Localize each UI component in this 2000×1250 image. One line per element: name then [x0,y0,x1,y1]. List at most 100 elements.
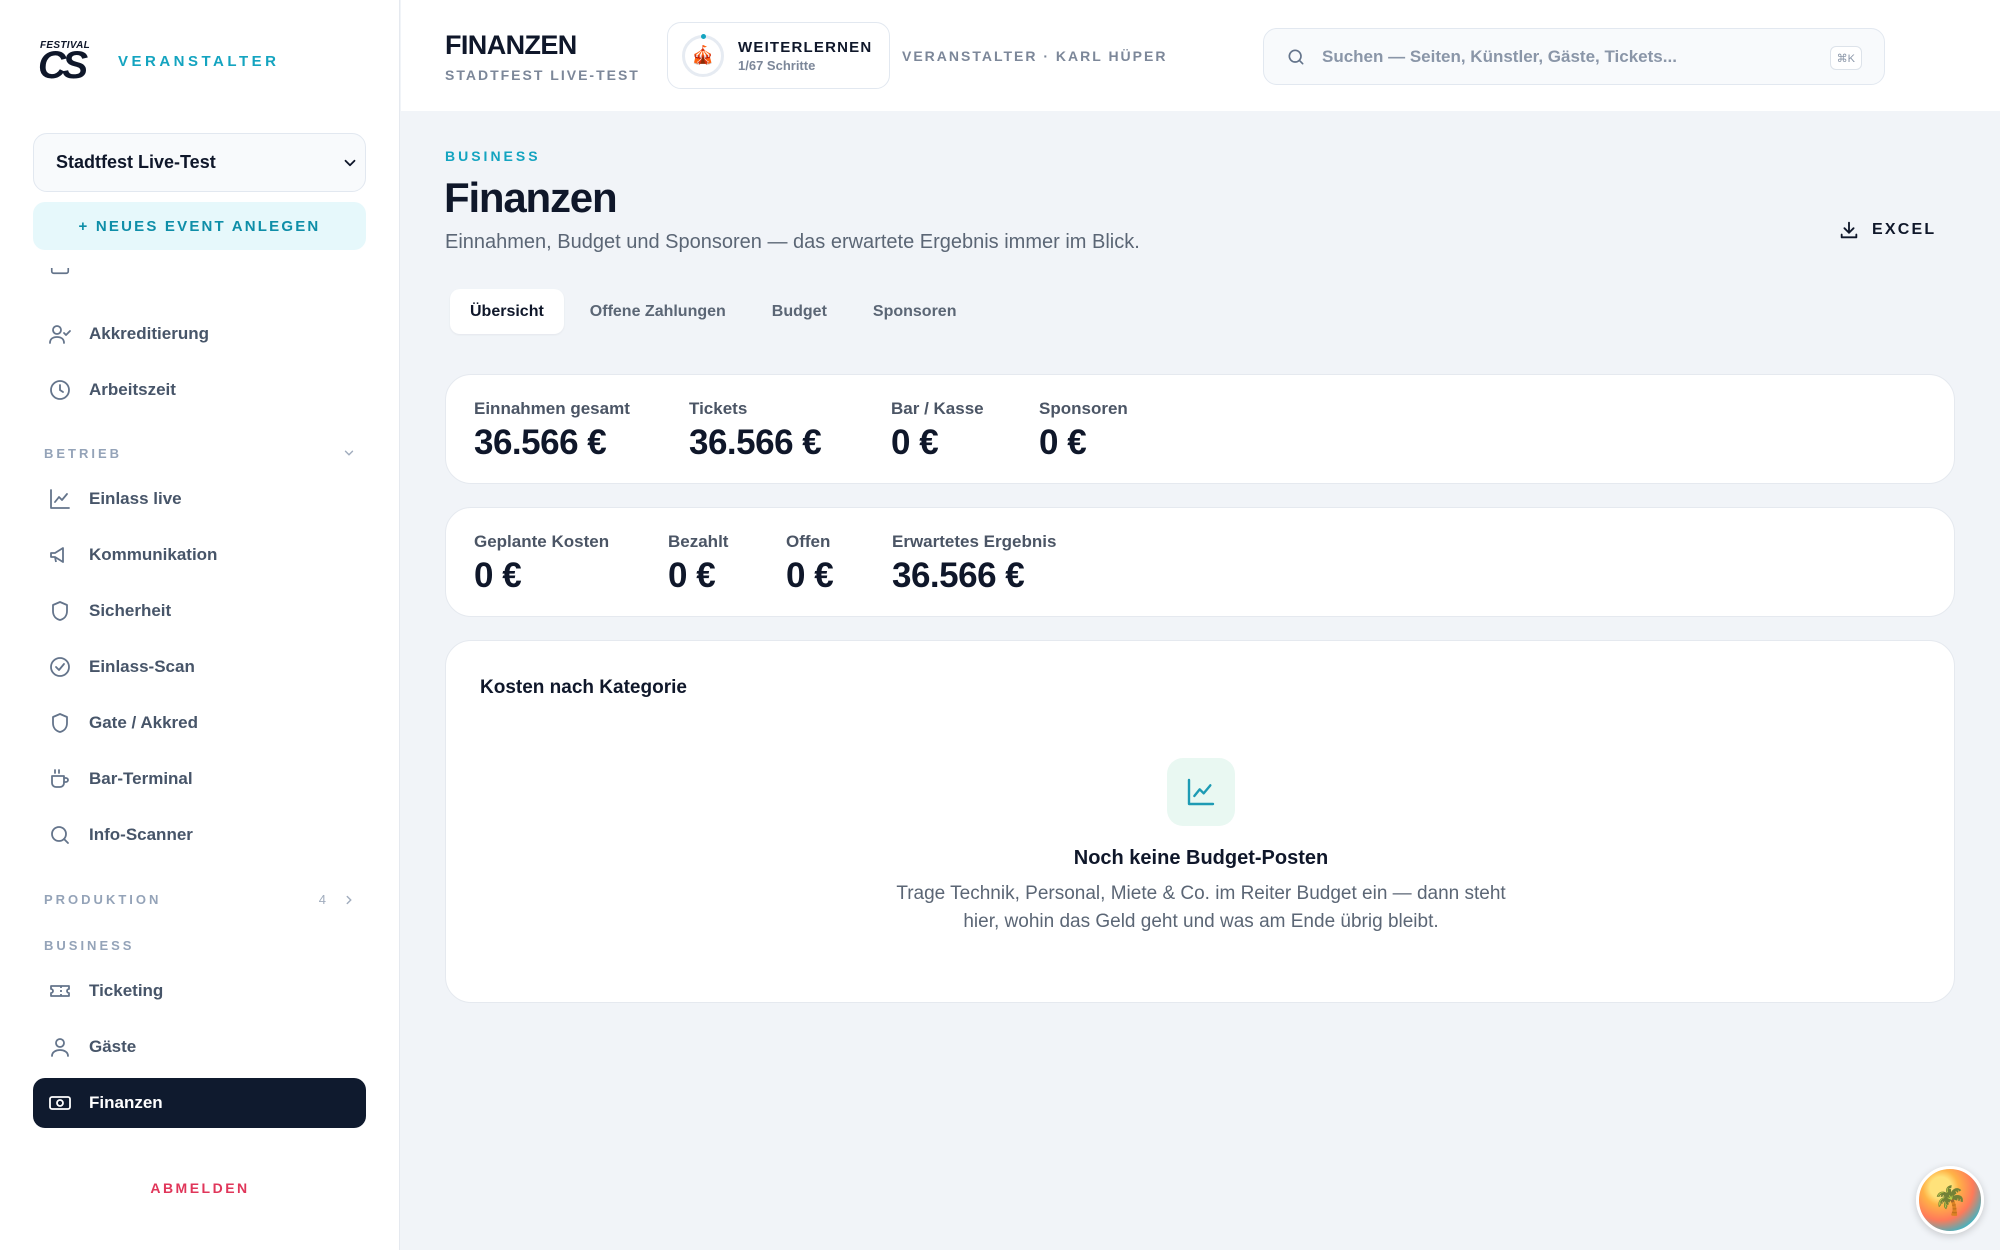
stat-erwartetes-ergebnis: Erwartetes Ergebnis 36.566 € [892,532,1056,596]
section-toggle-betrieb[interactable] [342,446,356,460]
sidebar-item-label: Finanzen [89,1093,163,1112]
section-toggle-produktion[interactable]: 4 [319,892,356,907]
stat-label: Tickets [689,399,748,418]
stat-value: 0 € [668,556,716,595]
stat-label: Bar / Kasse [891,399,984,418]
tab-uebersicht[interactable]: Übersicht [450,289,564,334]
sidebar-item-label: Kommunikation [89,545,218,564]
sidebar-item-label: Gate / Akkred [89,713,198,732]
learn-progress-button[interactable]: 🎪 WEITERLERNEN 1/67 Schritte [667,22,890,89]
section-label-business: BUSINESS [44,938,135,953]
sidebar-item-label: Sicherheit [89,601,172,620]
excel-export-button[interactable]: EXCEL [1838,219,1936,241]
sidebar-item-akkreditierung[interactable]: Akkreditierung [33,309,366,359]
stat-bezahlt: Bezahlt 0 € [668,532,728,596]
calendar-icon [47,268,73,278]
finance-tabs: Übersicht Offene Zahlungen Budget Sponso… [450,289,982,334]
stat-label: Geplante Kosten [474,532,610,551]
sidebar-item-label: Akkreditierung [89,324,209,343]
stat-value: 0 € [891,423,939,462]
palm-tree-icon: 🌴 [1932,1184,1968,1216]
empty-state-title: Noch keine Budget-Posten [1073,847,1329,869]
sidebar-item-info-scanner[interactable]: Info-Scanner [33,810,366,860]
stat-einnahmen-gesamt: Einnahmen gesamt 36.566 € [474,399,630,463]
stat-value: 0 € [474,556,522,595]
chevron-down-icon [344,450,354,456]
sidebar-item-label: Gäste [89,1037,137,1056]
income-summary-card: Einnahmen gesamt 36.566 € Tickets 36.566… [445,374,1955,484]
sidebar-item-label: Info-Scanner [89,825,193,844]
section-label-betrieb[interactable]: BETRIEB [44,446,122,461]
stat-value: 0 € [786,556,834,595]
cost-categories-card: Kosten nach Kategorie Noch keine Budget-… [445,640,1955,1003]
excel-label: EXCEL [1872,221,1937,238]
stat-label: Erwartetes Ergebnis [892,532,1057,551]
stat-sponsoren: Sponsoren 0 € [1039,399,1128,463]
tab-sponsoren[interactable]: Sponsoren [853,289,977,334]
cost-summary-card: Geplante Kosten 0 € Bezahlt 0 € Offen 0 … [445,507,1955,617]
event-select[interactable]: Stadtfest Live-Test [33,133,366,192]
stat-label: Bezahlt [668,532,729,551]
search-input[interactable] [1322,46,1802,67]
sidebar-item-gate-akkred[interactable]: Gate / Akkred [33,698,366,748]
stat-value: 36.566 € [689,423,822,462]
stat-label: Sponsoren [1039,399,1128,418]
stat-tickets: Tickets 36.566 € [689,399,822,463]
sidebar-item-kommunikation[interactable]: Kommunikation [33,530,366,580]
megaphone-icon [47,542,73,568]
stat-label: Offen [786,532,831,551]
stat-offen: Offen 0 € [786,532,834,596]
sidebar-item-ticketing[interactable]: Ticketing [33,966,366,1016]
search-icon [47,822,73,848]
sidebar-nav[interactable]: Akkreditierung Arbeitszeit BETRIEB Einla… [0,268,400,1140]
sidebar-item-label: Arbeitszeit [89,380,176,399]
tab-offene-zahlungen[interactable]: Offene Zahlungen [570,289,746,334]
organizer-label: VERANSTALTER · KARL HÜPER [902,48,1168,64]
shield-icon [47,598,73,624]
stat-geplante-kosten: Geplante Kosten 0 € [474,532,609,596]
sidebar-item-label: Ticketing [89,981,164,1000]
search-shortcut: ⌘K [1829,46,1862,70]
shield-icon [47,710,73,736]
cost-categories-title: Kosten nach Kategorie [480,677,687,698]
chevron-down-icon [344,159,356,167]
section-label-produktion[interactable]: PRODUKTION [44,892,161,907]
sidebar-item-arbeitszeit[interactable]: Arbeitszeit [33,365,366,415]
topbar: FINANZEN STADTFEST LIVE-TEST 🎪 WEITERLER… [401,0,2000,111]
role-label: VERANSTALTER [118,52,280,70]
logo-main-text: CS [38,44,88,87]
brand: FESTIVAL CS VERANSTALTER [36,40,280,87]
sidebar-item-bar-terminal[interactable]: Bar-Terminal [33,754,366,804]
festival-cs-logo[interactable]: FESTIVAL CS [36,40,96,87]
sidebar-item-label: Einlass live [89,489,182,508]
sidebar-item-hidden[interactable] [33,268,366,290]
sidebar-item-sicherheit[interactable]: Sicherheit [33,586,366,636]
coffee-cup-icon [47,766,73,792]
page-subtitle: Einnahmen, Budget und Sponsoren — das er… [445,231,1140,253]
tab-budget[interactable]: Budget [752,289,847,334]
line-chart-icon [1167,758,1235,826]
global-search[interactable]: ⌘K [1263,28,1885,85]
user-check-icon [47,321,73,347]
stat-label: Einnahmen gesamt [474,399,630,418]
topbar-title: FINANZEN [445,30,577,60]
sidebar-item-label: Bar-Terminal [89,769,193,788]
search-icon [1288,49,1304,64]
stat-bar-kasse: Bar / Kasse 0 € [891,399,984,463]
stat-value: 0 € [1039,423,1087,462]
clock-icon [47,377,73,403]
empty-state-text: Trage Technik, Personal, Miete & Co. im … [896,883,1506,932]
sidebar-item-einlass-scan[interactable]: Einlass-Scan [33,642,366,692]
sidebar-item-gaeste[interactable]: Gäste [33,1022,366,1072]
check-circle-icon [47,654,73,680]
stat-value: 36.566 € [474,423,607,462]
stat-value: 36.566 € [892,556,1025,595]
sidebar-item-einlass-live[interactable]: Einlass live [33,474,366,524]
circus-tent-icon: 🎪 [682,33,724,77]
assistant-avatar-button[interactable]: 🌴 [1916,1166,1984,1234]
learn-title: WEITERLERNEN [738,38,873,56]
new-event-button[interactable]: + NEUES EVENT ANLEGEN [33,202,366,250]
logout-button[interactable]: ABMELDEN [0,1180,400,1196]
sidebar-item-finanzen[interactable]: Finanzen [33,1078,366,1128]
banknote-icon [47,1090,73,1116]
